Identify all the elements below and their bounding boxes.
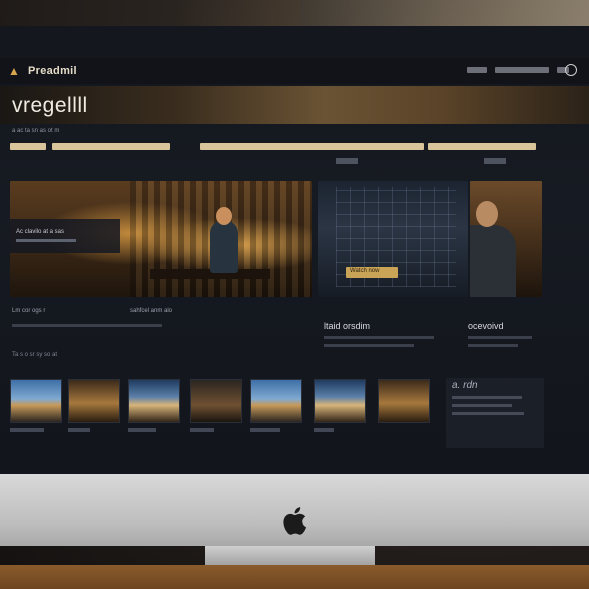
- caption-left-2: sahfcel anm alo: [130, 308, 173, 314]
- thumbnail-caption: [190, 428, 214, 432]
- thumbnail[interactable]: [314, 379, 366, 423]
- media-person-head: [476, 201, 498, 227]
- apple-logo-icon: [283, 507, 307, 535]
- filter-1[interactable]: [10, 143, 46, 150]
- thumbnail[interactable]: [190, 379, 242, 423]
- top-bar: ▲ Preadmil: [0, 58, 589, 84]
- thumbnail-caption: [314, 428, 334, 432]
- desk: [0, 565, 589, 589]
- page-subtitle: a ac ta sn as ot m: [12, 128, 60, 134]
- featured-overlay: Ac clavilo at a sas: [10, 219, 120, 253]
- rating-icon: [484, 158, 506, 164]
- watch-button[interactable]: Watch now: [346, 267, 398, 278]
- text-line: [452, 412, 524, 415]
- thumbnail[interactable]: [378, 379, 430, 423]
- filter-bar: [0, 143, 589, 151]
- nav-item-search[interactable]: [495, 67, 549, 73]
- text-line: [12, 324, 162, 327]
- featured-media[interactable]: Ac clavilo at a sas: [10, 181, 312, 297]
- overlay-label: Ac clavilo at a sas: [16, 229, 65, 235]
- thumbnail-caption: [250, 428, 280, 432]
- media-person-head: [216, 207, 232, 225]
- caption-left-1: Lm cor ogs r: [12, 308, 46, 314]
- thumbnail[interactable]: [10, 379, 62, 423]
- hero-banner: vregellll: [0, 86, 589, 124]
- text-line: [452, 404, 512, 407]
- thumbnail[interactable]: [68, 379, 120, 423]
- tertiary-media[interactable]: [470, 181, 542, 297]
- page-title: vregellll: [12, 94, 88, 117]
- section-label: Ta s o sr sy so at: [12, 352, 58, 358]
- media-person: [210, 221, 238, 273]
- top-nav: [467, 67, 569, 73]
- thumbnail[interactable]: [250, 379, 302, 423]
- thumbnail-caption: [68, 428, 90, 432]
- monitor: ▲ Preadmil vregellll a ac ta sn as ot m: [0, 26, 589, 546]
- watch-button-label: Watch now: [350, 268, 380, 274]
- rating-icon: [336, 158, 358, 164]
- media-person: [470, 225, 516, 297]
- thumbnail-caption: [128, 428, 156, 432]
- brand-name[interactable]: Preadmil: [28, 65, 77, 77]
- thumbnail-caption: [10, 428, 44, 432]
- text-line: [324, 336, 434, 339]
- text-line: [468, 336, 532, 339]
- thumbnail[interactable]: [128, 379, 180, 423]
- side-panel: a. rdn: [446, 378, 544, 448]
- text-line: [468, 344, 518, 347]
- power-icon[interactable]: [565, 64, 577, 76]
- logo-icon: ▲: [8, 64, 20, 78]
- text-line: [324, 344, 414, 347]
- nav-item-menu[interactable]: [467, 67, 487, 73]
- right-title-1: ltaid orsdim: [324, 321, 371, 331]
- monitor-chin: [0, 474, 589, 546]
- filter-2[interactable]: [52, 143, 170, 150]
- overlay-progress: [16, 239, 76, 242]
- screen: ▲ Preadmil vregellll a ac ta sn as ot m: [0, 26, 589, 474]
- side-panel-title: a. rdn: [452, 380, 478, 391]
- filter-3[interactable]: [200, 143, 424, 150]
- secondary-media[interactable]: Watch now: [318, 181, 468, 297]
- filter-4[interactable]: [428, 143, 536, 150]
- text-line: [452, 396, 522, 399]
- right-title-2: ocevoivd: [468, 321, 504, 331]
